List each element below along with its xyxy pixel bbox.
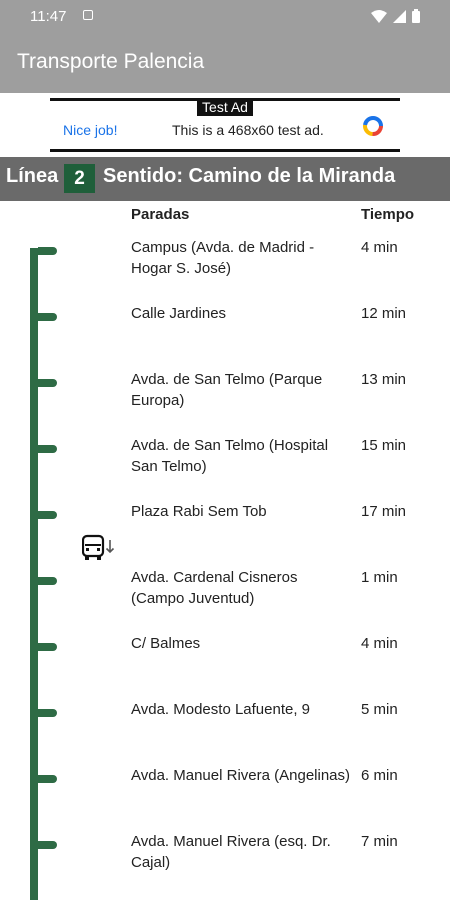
status-icons: [371, 9, 420, 23]
line-header: Línea 2 Sentido: Camino de la Miranda: [0, 157, 450, 201]
stop-time: 7 min: [361, 833, 398, 850]
line-number-badge: 2: [64, 164, 95, 193]
stop-marker: [38, 709, 57, 717]
stop-time: 17 min: [361, 503, 407, 520]
stop-time: 6 min: [361, 767, 398, 784]
signal-icon: [393, 9, 406, 23]
stop-name[interactable]: Avda. Manuel Rivera (Angelinas): [131, 765, 351, 786]
bus-icon: [82, 534, 115, 560]
stop-marker: [38, 379, 57, 387]
stop-time: 1 min: [361, 569, 398, 586]
ad-text: This is a 468x60 test ad.: [172, 122, 324, 138]
stop-name[interactable]: Avda. Modesto Lafuente, 9: [131, 699, 351, 720]
route-line: [30, 248, 38, 900]
battery-icon: [412, 9, 420, 23]
stop-name[interactable]: Avda. Cardenal Cisneros (Campo Juventud): [131, 567, 351, 609]
stop-time: 12 min: [361, 305, 407, 322]
status-bar: 11:47: [0, 0, 450, 33]
stop-marker: [38, 313, 57, 321]
stop-marker: [38, 577, 57, 585]
status-time: 11:47: [30, 8, 67, 25]
stop-time: 15 min: [361, 437, 407, 454]
stop-marker: [38, 247, 57, 255]
stop-marker: [38, 841, 57, 849]
direction-label: Sentido: Camino de la Miranda: [103, 165, 396, 187]
stop-marker: [38, 445, 57, 453]
linea-label: Línea: [6, 165, 59, 187]
stop-marker: [38, 643, 57, 651]
stop-name[interactable]: Calle Jardines: [131, 303, 351, 324]
column-header-paradas: Paradas: [131, 206, 190, 223]
ad-choices-icon[interactable]: [362, 115, 384, 137]
stop-name[interactable]: Avda. de San Telmo (Parque Europa): [131, 369, 351, 411]
stop-name[interactable]: Avda. de San Telmo (Hospital San Telmo): [131, 435, 351, 477]
app-title: Transporte Palencia: [17, 50, 205, 73]
stop-time: 4 min: [361, 239, 398, 256]
stop-time: 5 min: [361, 701, 398, 718]
ad-label: Test Ad: [197, 98, 253, 116]
notification-icon: [83, 10, 93, 20]
wifi-icon: [371, 9, 387, 23]
stop-name[interactable]: Avda. Manuel Rivera (esq. Dr. Cajal): [131, 831, 351, 873]
column-header-tiempo: Tiempo: [361, 206, 415, 223]
stop-time: 13 min: [361, 371, 407, 388]
ad-headline: Nice job!: [63, 122, 118, 138]
stop-name[interactable]: Plaza Rabi Sem Tob: [131, 501, 351, 522]
stop-marker: [38, 511, 57, 519]
stop-name[interactable]: Campus (Avda. de Madrid - Hogar S. José): [131, 237, 351, 279]
stop-name[interactable]: C/ Balmes: [131, 633, 351, 654]
stop-marker: [38, 775, 57, 783]
test-ad-banner[interactable]: Test Ad Nice job! This is a 468x60 test …: [50, 98, 400, 152]
stop-time: 4 min: [361, 635, 398, 652]
